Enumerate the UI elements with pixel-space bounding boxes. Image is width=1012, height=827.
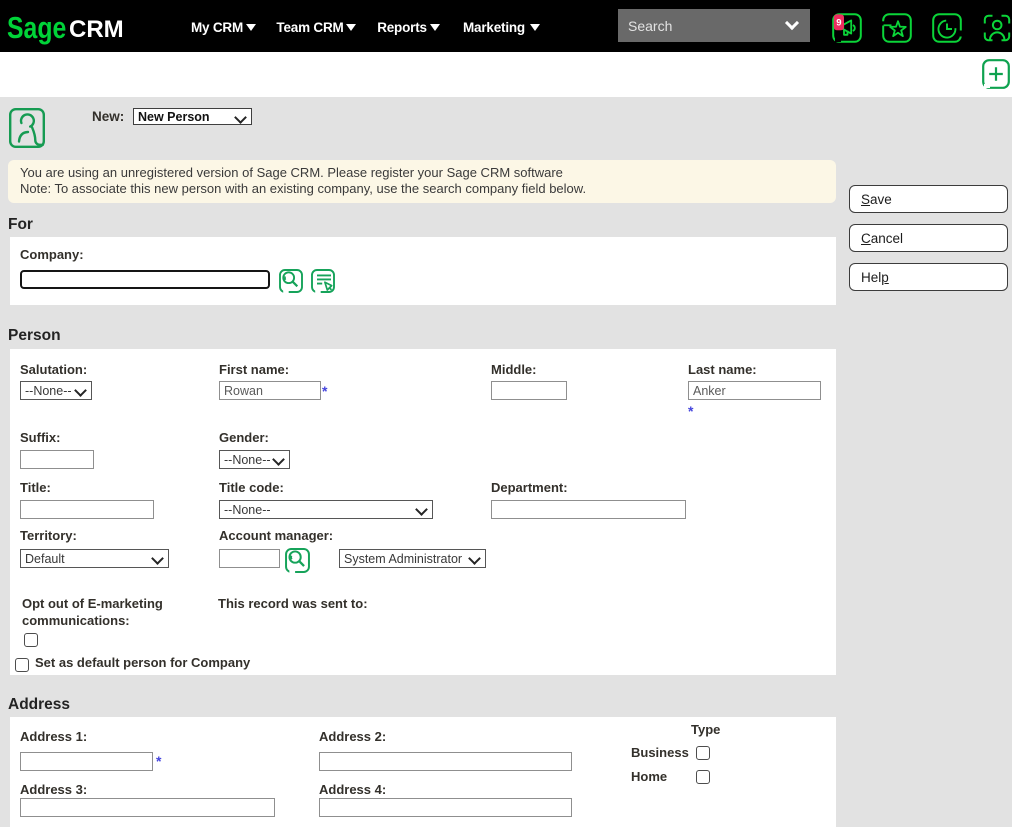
svg-text:9: 9 [836,18,841,29]
